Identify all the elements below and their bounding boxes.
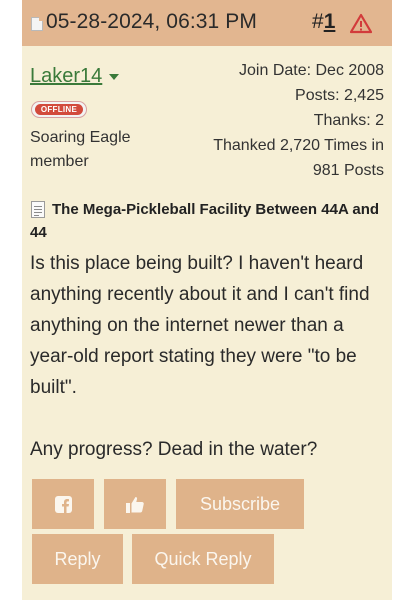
join-date: Join Date: Dec 2008 <box>239 62 384 79</box>
post-header: 05-28-2024, 06:31 PM #1 <box>22 0 392 46</box>
report-warning-icon[interactable] <box>350 13 372 35</box>
status-label: OFFLINE <box>35 104 83 115</box>
post-number-prefix: # <box>312 10 324 33</box>
facebook-share-button[interactable] <box>32 479 94 529</box>
username-link[interactable]: Laker14 <box>30 65 102 88</box>
like-button[interactable] <box>104 479 166 529</box>
post-count: Posts: 2,425 <box>295 87 384 104</box>
post-date: 05-28-2024, 06:31 PM <box>46 10 257 33</box>
offline-status-badge: OFFLINE <box>31 101 87 118</box>
reply-button[interactable]: Reply <box>32 534 123 584</box>
post-body: Is this place being built? I haven't hea… <box>30 253 370 460</box>
post-number-link[interactable]: 1 <box>324 10 336 33</box>
post-number: #1 <box>312 10 335 34</box>
chevron-down-icon[interactable] <box>109 74 119 80</box>
thumbs-up-icon <box>126 496 144 513</box>
forum-post: 05-28-2024, 06:31 PM #1 Laker14 OFFLINE … <box>22 0 392 600</box>
user-stats: Join Date: Dec 2008 Posts: 2,425 Thanks:… <box>213 58 384 183</box>
facebook-icon <box>54 495 72 513</box>
thanked-times: Thanked 2,720 Times in <box>213 137 384 154</box>
user-title: Soaring Eagle member <box>30 129 131 170</box>
subscribe-button[interactable]: Subscribe <box>176 479 304 529</box>
thanked-posts: 981 Posts <box>312 162 384 179</box>
post-document-icon <box>31 17 43 31</box>
post-title: The Mega-Pickleball Facility Between 44A… <box>30 201 380 241</box>
thanks-count: Thanks: 2 <box>313 112 384 129</box>
quick-reply-button[interactable]: Quick Reply <box>132 534 274 584</box>
